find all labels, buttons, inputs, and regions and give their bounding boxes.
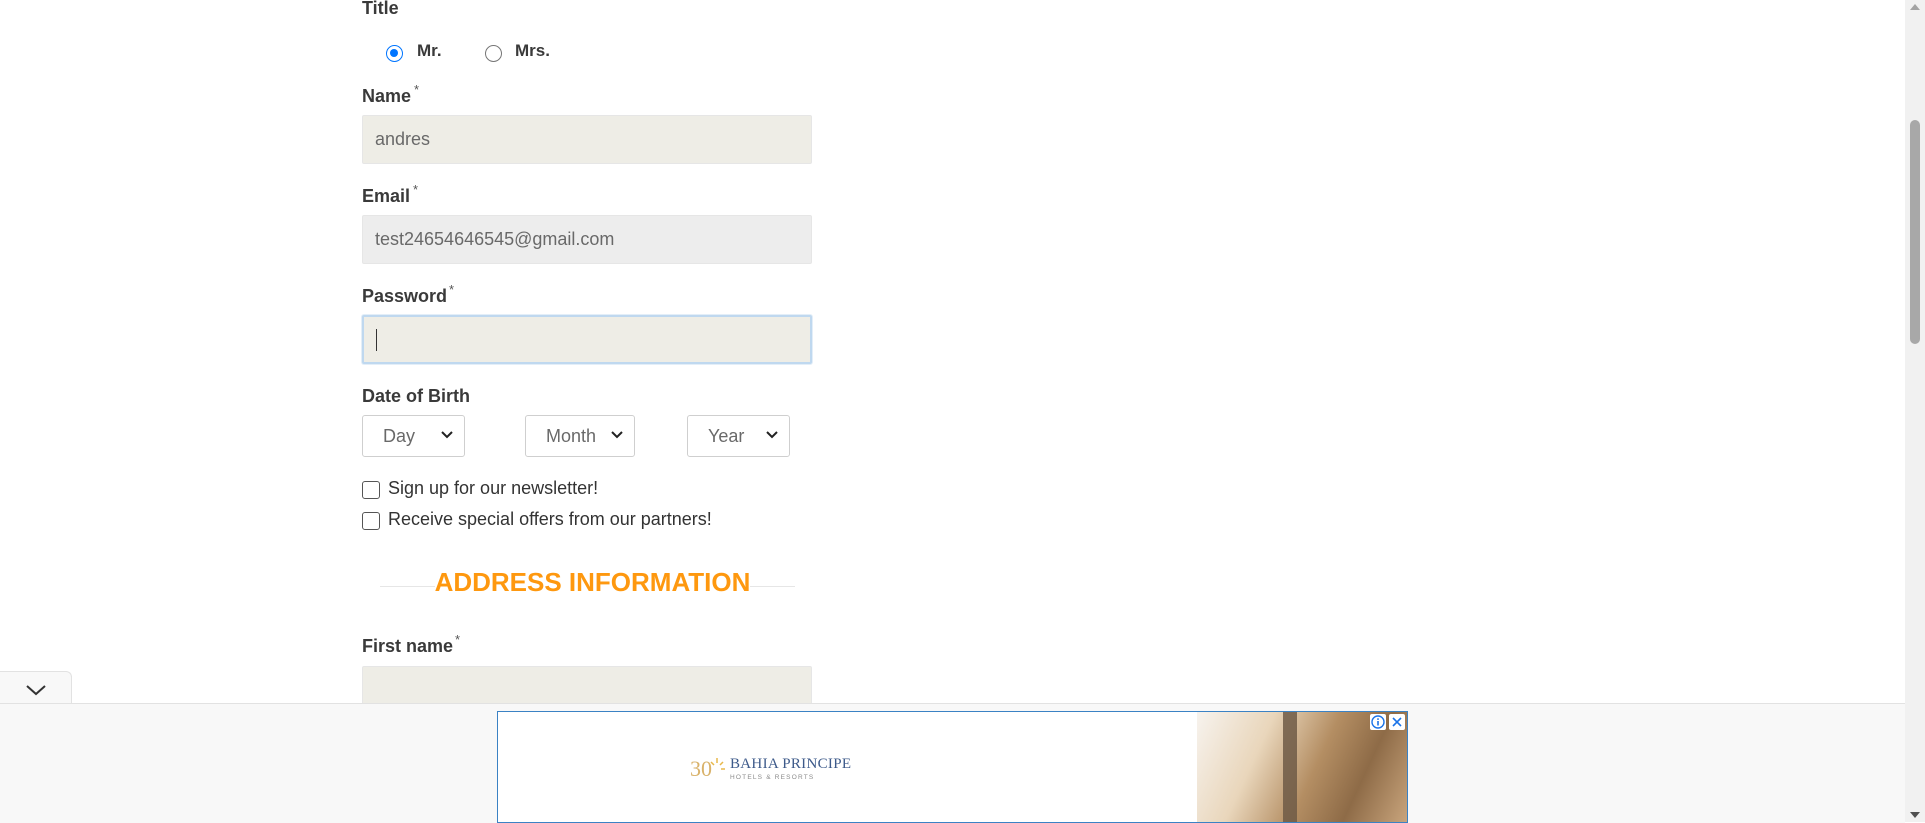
scroll-up-arrow-icon[interactable] bbox=[1910, 4, 1920, 10]
ad-collapse-tab[interactable] bbox=[0, 671, 72, 704]
email-required-mark: * bbox=[413, 182, 419, 197]
scroll-down-arrow-icon[interactable] bbox=[1910, 812, 1920, 818]
dob-year-select[interactable]: Year bbox=[687, 415, 790, 457]
ad-brand-tagline: HOTELS & RESORTS bbox=[730, 773, 815, 781]
offers-label[interactable]: Receive special offers from our partners… bbox=[388, 509, 712, 530]
name-required-mark: * bbox=[414, 82, 420, 97]
email-input[interactable]: test24654646545@gmail.com bbox=[362, 215, 812, 264]
chevron-down-icon bbox=[766, 431, 778, 439]
name-input[interactable]: andres bbox=[362, 115, 812, 164]
title-label: Title bbox=[362, 0, 399, 18]
newsletter-label[interactable]: Sign up for our newsletter! bbox=[388, 478, 598, 499]
signup-page: Title Mr. Mrs. Name * andres Email * tes… bbox=[0, 0, 1905, 823]
offers-checkbox[interactable] bbox=[362, 512, 380, 530]
email-label: Email bbox=[362, 186, 411, 206]
ad-close-icon[interactable] bbox=[1389, 714, 1405, 730]
password-label: Password bbox=[362, 286, 448, 306]
dob-month-value: Month bbox=[546, 425, 597, 446]
chevron-down-icon bbox=[26, 685, 46, 696]
dob-year-value: Year bbox=[708, 425, 745, 446]
radio-mrs-label[interactable]: Mrs. bbox=[515, 41, 550, 61]
svg-text:30: 30 bbox=[690, 756, 712, 781]
password-required-mark: * bbox=[449, 282, 455, 297]
adchoices-info-icon[interactable] bbox=[1370, 714, 1386, 730]
ad-banner-bar: 30 BAHIA PRINCIPE HOTELS & RESORTS bbox=[0, 703, 1905, 823]
dob-month-select[interactable]: Month bbox=[525, 415, 635, 457]
address-section-title: ADDRESS INFORMATION bbox=[434, 567, 751, 597]
dob-day-value: Day bbox=[383, 425, 416, 446]
dob-label: Date of Birth bbox=[362, 386, 470, 406]
sun-logo-icon: 30 bbox=[690, 756, 725, 781]
radio-mr[interactable] bbox=[386, 45, 403, 62]
chevron-down-icon bbox=[611, 431, 623, 439]
dob-day-select[interactable]: Day bbox=[362, 415, 465, 457]
newsletter-checkbox[interactable] bbox=[362, 481, 380, 499]
scrollbar-thumb[interactable] bbox=[1910, 120, 1920, 344]
page-scrollbar[interactable] bbox=[1905, 0, 1925, 822]
ad-banner[interactable]: 30 BAHIA PRINCIPE HOTELS & RESORTS bbox=[497, 711, 1408, 823]
ad-photo-detail bbox=[1283, 712, 1297, 822]
email-input-value: test24654646545@gmail.com bbox=[375, 229, 615, 249]
first-name-label: First name bbox=[362, 636, 454, 656]
name-label: Name bbox=[362, 86, 412, 106]
text-caret bbox=[376, 328, 377, 351]
ad-brand-name: BAHIA PRINCIPE bbox=[730, 755, 852, 772]
name-input-value: andres bbox=[375, 129, 431, 149]
first-name-required-mark: * bbox=[455, 632, 461, 647]
radio-mr-label[interactable]: Mr. bbox=[417, 41, 442, 61]
ad-logo: 30 BAHIA PRINCIPE HOTELS & RESORTS bbox=[690, 754, 851, 782]
chevron-down-icon bbox=[441, 431, 453, 439]
radio-mrs[interactable] bbox=[485, 45, 502, 62]
ad-controls bbox=[1370, 714, 1405, 730]
password-input[interactable] bbox=[362, 315, 812, 364]
